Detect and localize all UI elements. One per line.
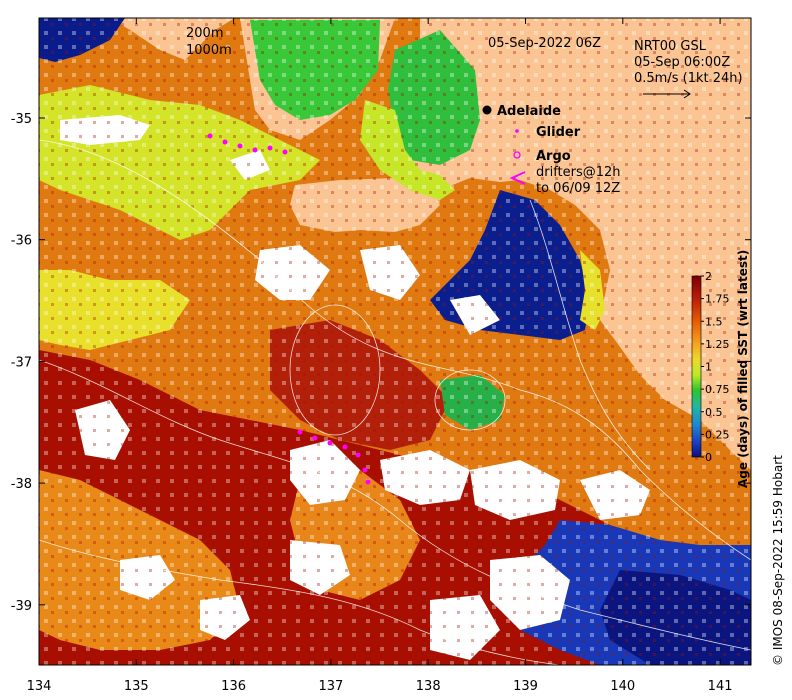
y-tick-label: -37 <box>11 355 32 370</box>
x-tick-label: 138 <box>416 679 441 694</box>
y-tick-label: -36 <box>11 234 32 249</box>
legend-drifters-1: drifters@12h <box>536 165 621 180</box>
y-tick-label: -39 <box>11 599 32 614</box>
legend-glider: Glider <box>536 125 581 140</box>
map-figure: 05-Sep-2022 06Z NRT00 GSL 05-Sep 06:00Z … <box>11 17 785 694</box>
legend-drifters-2: to 06/09 12Z <box>536 181 620 196</box>
contour-label-1000m: 1000m <box>186 43 232 58</box>
adelaide-marker-icon <box>482 105 492 115</box>
colorbar-label: Age (days) of filled SST (wrt latest) <box>736 250 750 488</box>
colorbar-tick-label: 1 <box>705 361 712 374</box>
x-tick-label: 135 <box>124 679 149 694</box>
legend-argo: Argo <box>536 149 571 164</box>
colorbar-tick-label: 0.25 <box>705 428 730 441</box>
x-tick-label: 139 <box>513 679 538 694</box>
info-line-3: 0.5m/s (1kt 24h) <box>634 71 743 86</box>
x-tick-label: 141 <box>708 679 733 694</box>
sst-map <box>39 18 751 665</box>
legend-adelaide: Adelaide <box>497 104 561 119</box>
colorbar <box>691 275 702 458</box>
info-line-2: 05-Sep 06:00Z <box>634 55 730 70</box>
colorbar-tick-label: 2 <box>705 270 712 283</box>
colorbar-tick-label: 1.25 <box>705 338 730 351</box>
colorbar-tick-label: 0.5 <box>705 406 723 419</box>
x-tick-label: 140 <box>610 679 635 694</box>
colorbar-tick-label: 0 <box>705 451 712 464</box>
colorbar-tick-label: 0.75 <box>705 383 730 396</box>
info-line-1: NRT00 GSL <box>634 39 707 54</box>
pixel-texture <box>39 18 751 665</box>
x-tick-label: 137 <box>318 679 343 694</box>
credit-text: © IMOS 08-Sep-2022 15:59 Hobart <box>771 455 785 666</box>
x-tick-label: 134 <box>27 679 52 694</box>
colorbar-tick-label: 1.5 <box>705 315 723 328</box>
contour-label-200m: 200m <box>186 26 223 41</box>
colorbar-tick-label: 1.75 <box>705 293 730 306</box>
y-tick-label: -38 <box>11 477 32 492</box>
map-title: 05-Sep-2022 06Z <box>488 36 601 51</box>
x-tick-label: 136 <box>221 679 246 694</box>
glider-legend-icon <box>515 129 519 133</box>
y-tick-label: -35 <box>11 112 32 127</box>
